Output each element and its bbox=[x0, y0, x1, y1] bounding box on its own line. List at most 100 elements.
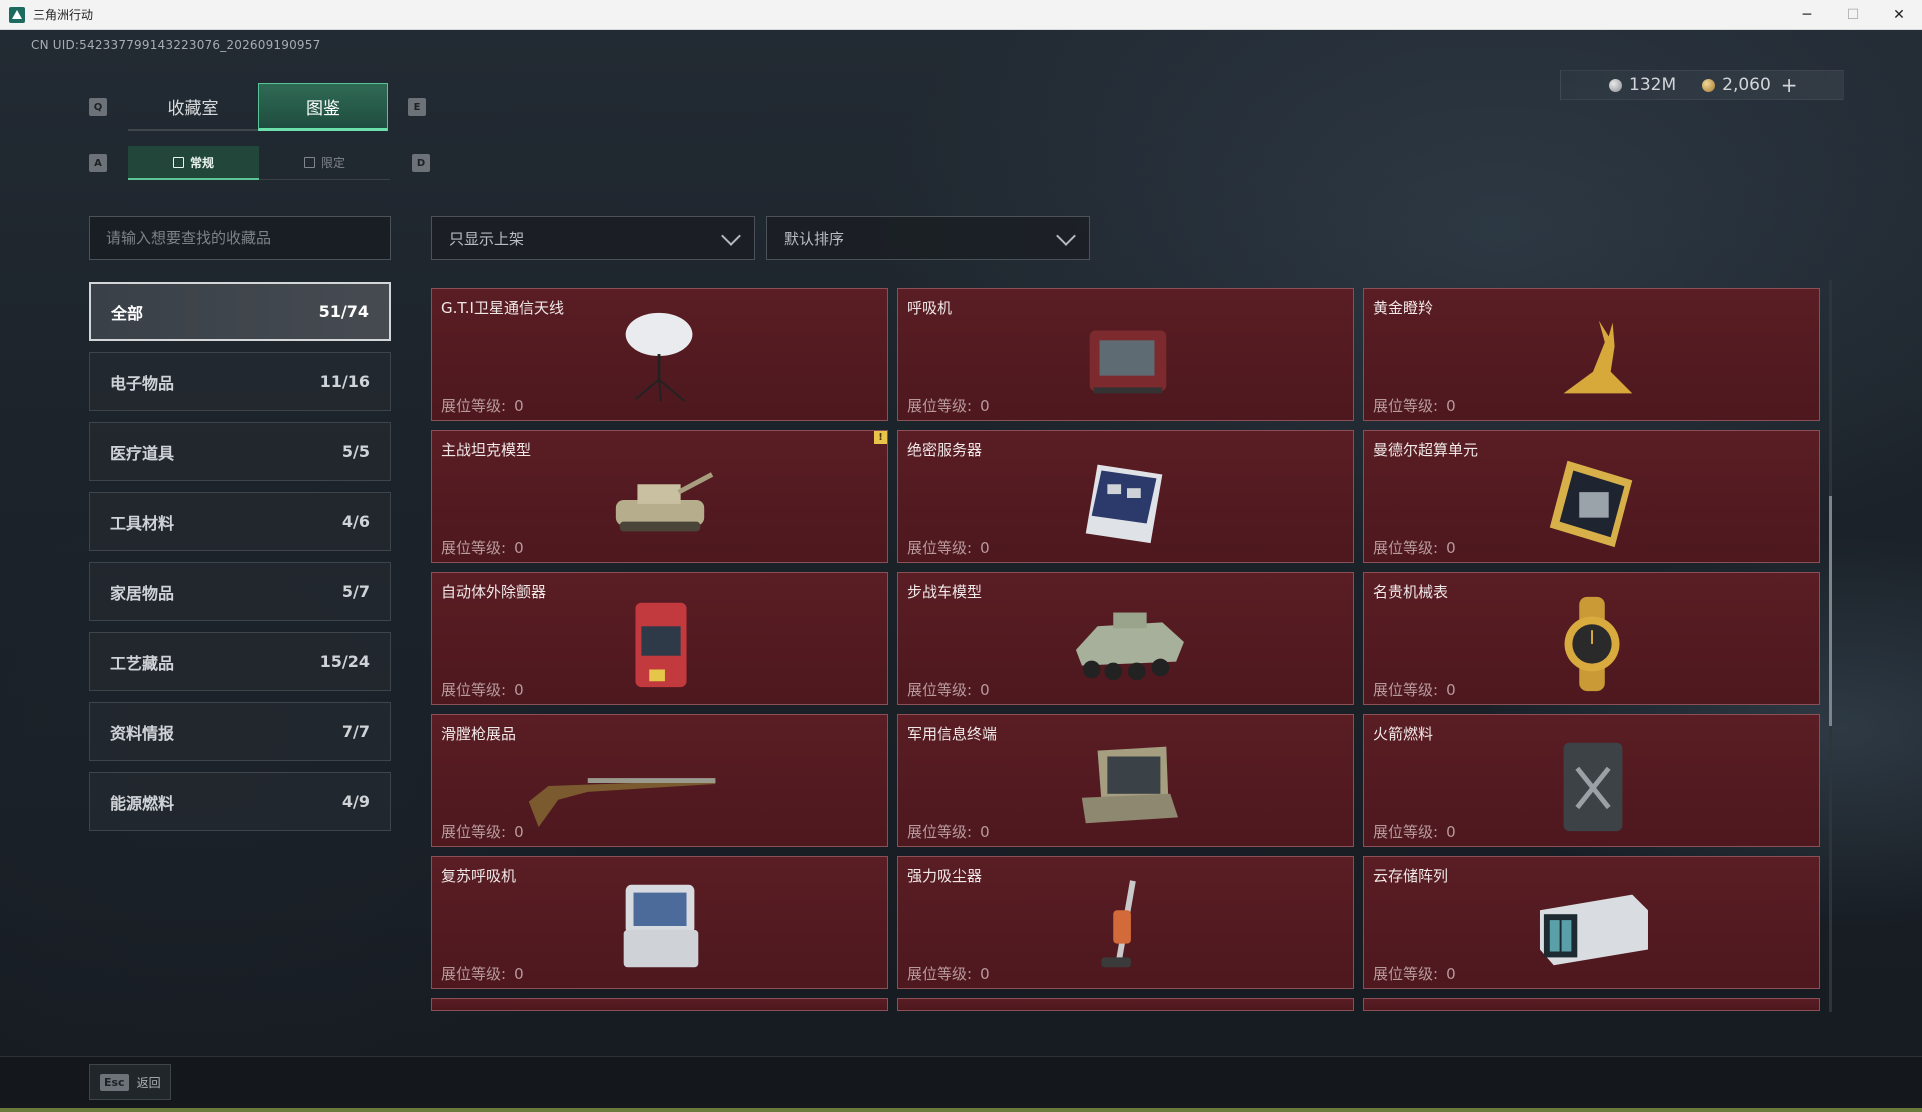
exhibit-level-label: 展位等级: bbox=[441, 965, 507, 983]
exhibit-level-label: 展位等级: bbox=[441, 539, 507, 557]
collection-card[interactable]: 复苏呼吸机 展位等级: 0 bbox=[431, 856, 888, 989]
collection-card[interactable] bbox=[431, 998, 888, 1011]
category-item[interactable]: 工具材料 4/6 bbox=[89, 492, 391, 551]
exhibit-level: 展位等级: 0 bbox=[441, 679, 524, 700]
key-hint-a[interactable]: A bbox=[89, 154, 107, 172]
close-button[interactable]: ✕ bbox=[1876, 0, 1922, 30]
rocket-fuel-can-icon bbox=[1563, 742, 1623, 832]
app-logo-icon bbox=[9, 6, 25, 23]
exhibit-level-label: 展位等级: bbox=[1373, 539, 1439, 557]
silver-amount: 132M bbox=[1629, 75, 1677, 95]
exhibit-level: 展位等级: 0 bbox=[1373, 537, 1456, 558]
filter-dropdown-label: 只显示上架 bbox=[449, 229, 525, 248]
item-name: G.T.I卫星通信天线 bbox=[441, 299, 564, 317]
search-input[interactable] bbox=[89, 216, 391, 260]
category-name: 工艺藏品 bbox=[110, 653, 175, 673]
category-item[interactable]: 资料情报 7/7 bbox=[89, 702, 391, 761]
collection-card[interactable]: 自动体外除颤器 展位等级: 0 bbox=[431, 572, 888, 705]
resuscitator-icon bbox=[623, 884, 699, 968]
category-name: 家居物品 bbox=[110, 583, 175, 603]
category-item[interactable]: 医疗道具 5/5 bbox=[89, 422, 391, 481]
exhibit-level: 展位等级: 0 bbox=[1373, 821, 1456, 842]
key-hint-e[interactable]: E bbox=[408, 98, 426, 116]
exhibit-level: 展位等级: 0 bbox=[1373, 395, 1456, 416]
category-list: 全部 51/74 电子物品 11/16 医疗道具 5/5 工具材料 4/6 家居物品 5/7 工艺藏… bbox=[89, 282, 391, 842]
regular-icon bbox=[172, 156, 184, 168]
sort-dropdown-label: 默认排序 bbox=[784, 229, 845, 248]
category-item[interactable]: 全部 51/74 bbox=[89, 282, 391, 341]
tank-model-icon bbox=[615, 472, 714, 532]
category-name: 能源燃料 bbox=[110, 793, 175, 813]
military-terminal-icon bbox=[1081, 746, 1179, 824]
collection-card[interactable]: 呼吸机 展位等级: 0 bbox=[897, 288, 1354, 421]
defibrillator-icon bbox=[635, 602, 687, 688]
tab-collection-room[interactable]: 收藏室 bbox=[128, 83, 258, 131]
item-name: 曼德尔超算单元 bbox=[1373, 441, 1479, 459]
tab-regular[interactable]: 常规 bbox=[128, 146, 259, 180]
category-item[interactable]: 能源燃料 4/9 bbox=[89, 772, 391, 831]
collection-card[interactable]: 军用信息终端 展位等级: 0 bbox=[897, 714, 1354, 847]
ifv-model-icon bbox=[1075, 612, 1184, 681]
key-hint-d[interactable]: D bbox=[412, 154, 430, 172]
category-count: 5/7 bbox=[341, 582, 370, 601]
item-name: 自动体外除颤器 bbox=[441, 583, 547, 601]
exhibit-level-value: 0 bbox=[980, 539, 990, 557]
minimize-button[interactable]: ─ bbox=[1784, 0, 1830, 30]
exhibit-level-value: 0 bbox=[1446, 823, 1456, 841]
grid-scrollbar[interactable] bbox=[1829, 280, 1832, 1012]
add-currency-button[interactable]: + bbox=[1781, 73, 1798, 97]
key-hint-q[interactable]: Q bbox=[89, 98, 107, 116]
golden-gazelle-icon bbox=[1563, 320, 1633, 394]
category-item[interactable]: 电子物品 11/16 bbox=[89, 352, 391, 411]
maximize-button[interactable]: ☐ bbox=[1830, 0, 1876, 30]
collection-card[interactable]: 滑膛枪展品 展位等级: 0 bbox=[431, 714, 888, 847]
category-name: 医疗道具 bbox=[110, 443, 175, 463]
filter-dropdown[interactable]: 只显示上架 bbox=[431, 216, 755, 260]
collection-card[interactable]: 曼德尔超算单元 展位等级: 0 bbox=[1363, 430, 1820, 563]
item-name: 黄金瞪羚 bbox=[1373, 299, 1434, 317]
ventilator-icon bbox=[1089, 330, 1167, 394]
back-button[interactable]: Esc 返回 bbox=[89, 1064, 171, 1100]
category-item[interactable]: 工艺藏品 15/24 bbox=[89, 632, 391, 691]
vacuum-cleaner-icon bbox=[1101, 880, 1136, 968]
exhibit-level-label: 展位等级: bbox=[1373, 823, 1439, 841]
chevron-down-icon bbox=[721, 226, 741, 246]
collection-card[interactable] bbox=[897, 998, 1354, 1011]
tab-catalog[interactable]: 图鉴 bbox=[258, 83, 388, 131]
exhibit-level-value: 0 bbox=[514, 965, 524, 983]
esc-key-hint: Esc bbox=[100, 1073, 129, 1091]
tab-limited-label: 限定 bbox=[320, 156, 345, 170]
category-item[interactable]: 家居物品 5/7 bbox=[89, 562, 391, 621]
exhibit-level: 展位等级: 0 bbox=[907, 679, 990, 700]
supercomputer-unit-icon bbox=[1549, 460, 1633, 548]
category-count: 4/9 bbox=[341, 792, 370, 811]
scrollbar-thumb[interactable] bbox=[1829, 496, 1832, 726]
exhibit-level-value: 0 bbox=[1446, 539, 1456, 557]
collection-card[interactable]: G.T.I卫星通信天线 展位等级: 0 bbox=[431, 288, 888, 421]
silver-coin-icon bbox=[1609, 78, 1622, 92]
category-count: 7/7 bbox=[341, 722, 370, 741]
exhibit-level: 展位等级: 0 bbox=[907, 395, 990, 416]
luxury-watch-icon bbox=[1564, 596, 1620, 692]
exhibit-level: 展位等级: 0 bbox=[1373, 963, 1456, 984]
category-name: 资料情报 bbox=[110, 723, 175, 743]
collection-card[interactable]: 绝密服务器 展位等级: 0 bbox=[897, 430, 1354, 563]
collection-card[interactable]: 火箭燃料展位等级: 0 bbox=[1363, 714, 1820, 847]
collection-card[interactable]: 强力吸尘器 展位等级: 0 bbox=[897, 856, 1354, 989]
sort-dropdown[interactable]: 默认排序 bbox=[766, 216, 1090, 260]
warning-icon: ! bbox=[874, 431, 887, 444]
collection-card[interactable]: 名贵机械表 展位等级: 0 bbox=[1363, 572, 1820, 705]
exhibit-level: 展位等级: 0 bbox=[907, 963, 990, 984]
collection-card[interactable]: 主战坦克模型 展位等级: 0! bbox=[431, 430, 888, 563]
collection-card[interactable]: 云存储阵列 展位等级: 0 bbox=[1363, 856, 1820, 989]
item-name: 步战车模型 bbox=[907, 583, 983, 601]
collection-card[interactable]: 步战车模型展位等级: 0 bbox=[897, 572, 1354, 705]
tab-limited[interactable]: 限定 bbox=[259, 146, 390, 180]
collection-card[interactable]: 黄金瞪羚展位等级: 0 bbox=[1363, 288, 1820, 421]
category-count: 51/74 bbox=[318, 302, 369, 321]
exhibit-level-label: 展位等级: bbox=[441, 823, 507, 841]
collection-card[interactable] bbox=[1363, 998, 1820, 1011]
bottom-bar bbox=[0, 1056, 1922, 1112]
item-name: 火箭燃料 bbox=[1373, 725, 1434, 743]
exhibit-level-label: 展位等级: bbox=[907, 823, 973, 841]
